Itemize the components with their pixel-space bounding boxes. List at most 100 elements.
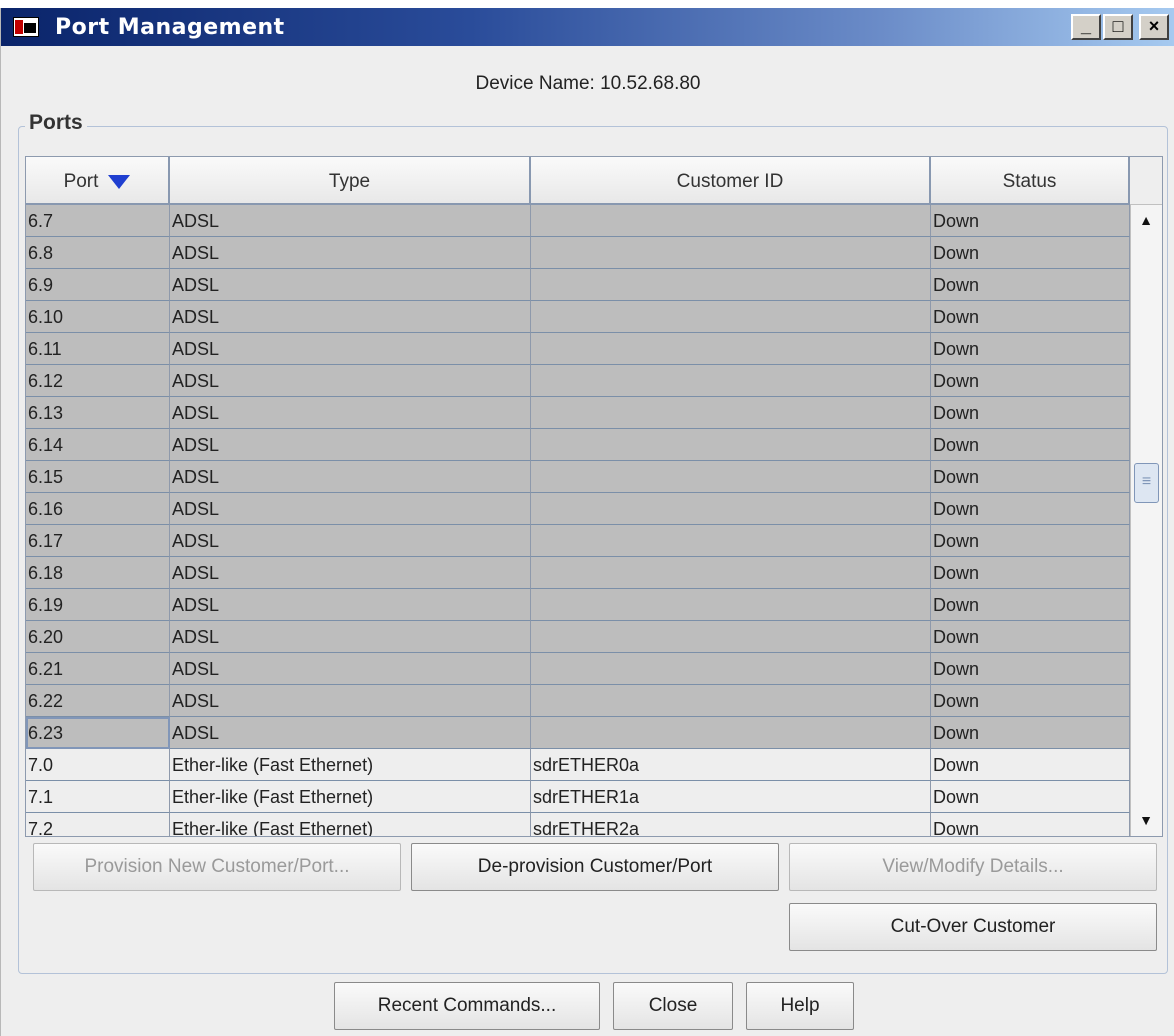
- cell-type: Ether-like (Fast Ethernet): [170, 813, 531, 836]
- view-modify-details-button[interactable]: View/Modify Details...: [789, 843, 1157, 891]
- cell-status: Down: [931, 429, 1130, 461]
- header-corner: [1130, 157, 1162, 205]
- table-row[interactable]: 6.17 ADSL Down: [26, 525, 1130, 557]
- recent-commands-button[interactable]: Recent Commands...: [334, 982, 600, 1030]
- cell-port: 6.23: [26, 717, 170, 749]
- column-header-type[interactable]: Type: [170, 157, 531, 205]
- table-row[interactable]: 6.12 ADSL Down: [26, 365, 1130, 397]
- cell-customer-id: [531, 301, 931, 333]
- provision-new-customer-button[interactable]: Provision New Customer/Port...: [33, 843, 401, 891]
- cell-port: 6.14: [26, 429, 170, 461]
- cell-status: Down: [931, 301, 1130, 333]
- table-row[interactable]: 6.23 ADSL Down: [26, 717, 1130, 749]
- scroll-thumb[interactable]: ≡: [1134, 463, 1159, 503]
- table-row[interactable]: 6.15 ADSL Down: [26, 461, 1130, 493]
- cell-port: 6.12: [26, 365, 170, 397]
- cell-port: 6.7: [26, 205, 170, 237]
- cell-status: Down: [931, 365, 1130, 397]
- cell-status: Down: [931, 269, 1130, 301]
- cell-customer-id: [531, 429, 931, 461]
- table-row[interactable]: 6.20 ADSL Down: [26, 621, 1130, 653]
- cell-type: ADSL: [170, 653, 531, 685]
- cell-customer-id: [531, 365, 931, 397]
- cell-customer-id: sdrETHER1a: [531, 781, 931, 813]
- cell-customer-id: [531, 525, 931, 557]
- cell-customer-id: [531, 333, 931, 365]
- cell-port: 6.22: [26, 685, 170, 717]
- cell-type: ADSL: [170, 493, 531, 525]
- cell-port: 6.21: [26, 653, 170, 685]
- table-row[interactable]: 6.7 ADSL Down: [26, 205, 1130, 237]
- cell-status: Down: [931, 333, 1130, 365]
- maximize-button[interactable]: □: [1103, 14, 1133, 40]
- cell-status: Down: [931, 749, 1130, 781]
- cell-port: 6.8: [26, 237, 170, 269]
- cell-type: ADSL: [170, 301, 531, 333]
- cell-type: ADSL: [170, 717, 531, 749]
- table-row[interactable]: 7.2 Ether-like (Fast Ethernet) sdrETHER2a D…: [26, 813, 1130, 836]
- cell-customer-id: [531, 237, 931, 269]
- cell-type: ADSL: [170, 461, 531, 493]
- column-header-port[interactable]: Port: [26, 157, 170, 205]
- cell-customer-id: [531, 685, 931, 717]
- minimize-button[interactable]: _: [1071, 14, 1101, 40]
- table-row[interactable]: 6.8 ADSL Down: [26, 237, 1130, 269]
- close-button[interactable]: Close: [613, 982, 733, 1030]
- column-header-status[interactable]: Status: [931, 157, 1130, 205]
- column-header-customer-id[interactable]: Customer ID: [531, 157, 931, 205]
- scroll-up-arrow-icon[interactable]: ▲: [1133, 207, 1159, 233]
- deprovision-customer-button[interactable]: De-provision Customer/Port: [411, 843, 779, 891]
- table-row[interactable]: 6.10 ADSL Down: [26, 301, 1130, 333]
- cell-type: ADSL: [170, 237, 531, 269]
- table-row[interactable]: 6.21 ADSL Down: [26, 653, 1130, 685]
- app-logo-icon: [13, 17, 39, 37]
- table-row[interactable]: 6.16 ADSL Down: [26, 493, 1130, 525]
- cell-status: Down: [931, 653, 1130, 685]
- help-button[interactable]: Help: [746, 982, 854, 1030]
- table-row[interactable]: 6.18 ADSL Down: [26, 557, 1130, 589]
- cell-type: ADSL: [170, 365, 531, 397]
- table-row[interactable]: 6.9 ADSL Down: [26, 269, 1130, 301]
- cell-port: 7.1: [26, 781, 170, 813]
- cell-status: Down: [931, 525, 1130, 557]
- cell-status: Down: [931, 717, 1130, 749]
- cell-status: Down: [931, 397, 1130, 429]
- scroll-down-arrow-icon[interactable]: ▼: [1133, 807, 1159, 833]
- cell-port: 6.11: [26, 333, 170, 365]
- cell-customer-id: [531, 397, 931, 429]
- cell-port: 6.15: [26, 461, 170, 493]
- cell-status: Down: [931, 493, 1130, 525]
- table-row[interactable]: 6.13 ADSL Down: [26, 397, 1130, 429]
- cell-status: Down: [931, 205, 1130, 237]
- table-row[interactable]: 6.19 ADSL Down: [26, 589, 1130, 621]
- cell-status: Down: [931, 237, 1130, 269]
- cell-port: 6.17: [26, 525, 170, 557]
- table-row[interactable]: 6.11 ADSL Down: [26, 333, 1130, 365]
- cell-port: 6.20: [26, 621, 170, 653]
- cell-port: 7.0: [26, 749, 170, 781]
- table-row[interactable]: 7.0 Ether-like (Fast Ethernet) sdrETHER0a D…: [26, 749, 1130, 781]
- title-bar[interactable]: Port Management _ □ ×: [1, 8, 1174, 46]
- cell-customer-id: [531, 205, 931, 237]
- cell-type: ADSL: [170, 685, 531, 717]
- table-body: 6.7 ADSL Down 6.8 ADSL Down 6.9 ADSL Down 6.10 ADS…: [26, 205, 1130, 836]
- cell-status: Down: [931, 589, 1130, 621]
- table-row[interactable]: 6.22 ADSL Down: [26, 685, 1130, 717]
- cell-type: Ether-like (Fast Ethernet): [170, 781, 531, 813]
- cell-customer-id: [531, 493, 931, 525]
- cell-port: 6.18: [26, 557, 170, 589]
- cell-customer-id: [531, 557, 931, 589]
- cut-over-customer-button[interactable]: Cut-Over Customer: [789, 903, 1157, 951]
- cell-type: Ether-like (Fast Ethernet): [170, 749, 531, 781]
- column-header-port-label: Port: [63, 171, 99, 192]
- cell-status: Down: [931, 461, 1130, 493]
- table-row[interactable]: 7.1 Ether-like (Fast Ethernet) sdrETHER1a D…: [26, 781, 1130, 813]
- cell-type: ADSL: [170, 525, 531, 557]
- cell-port: 6.13: [26, 397, 170, 429]
- cell-type: ADSL: [170, 621, 531, 653]
- cell-port: 6.10: [26, 301, 170, 333]
- table-row[interactable]: 6.14 ADSL Down: [26, 429, 1130, 461]
- close-window-button[interactable]: ×: [1139, 14, 1169, 40]
- cell-port: 6.16: [26, 493, 170, 525]
- vertical-scrollbar[interactable]: ▲ ≡ ▼: [1130, 205, 1162, 836]
